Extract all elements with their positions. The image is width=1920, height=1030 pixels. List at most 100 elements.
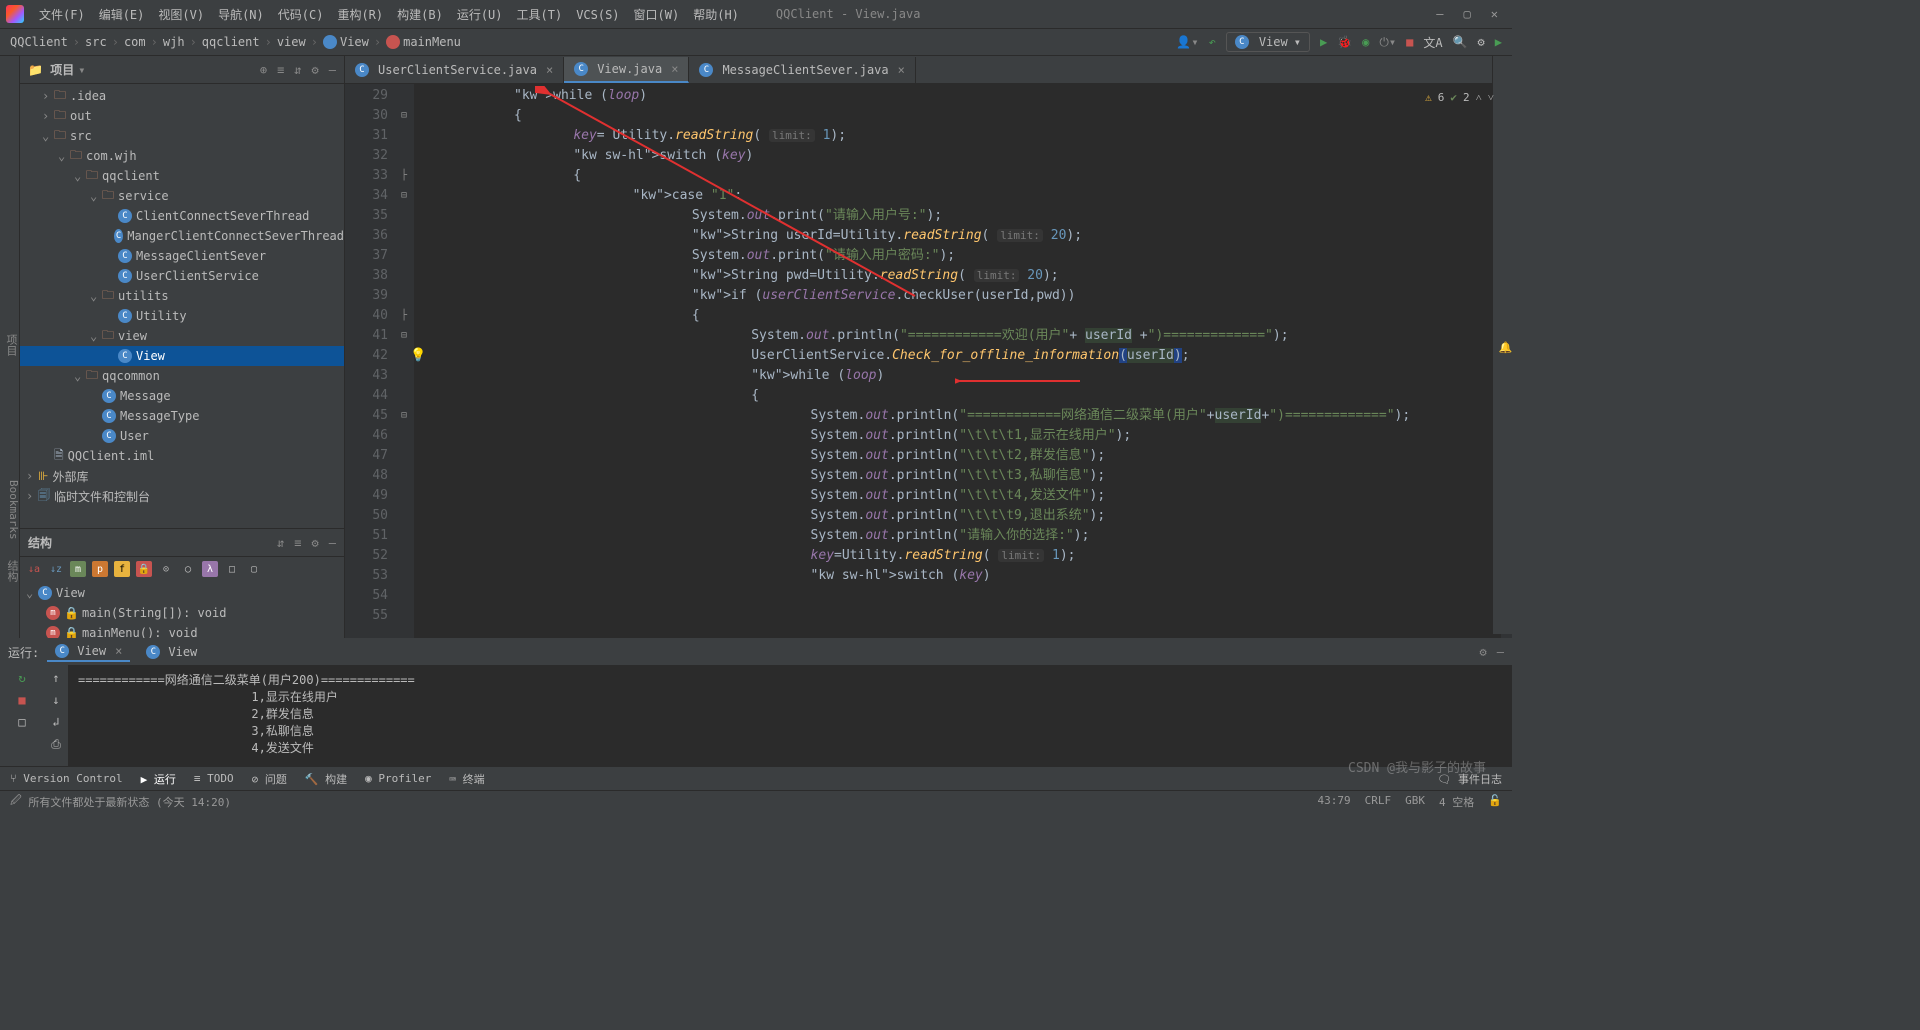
vcs-tab[interactable]: ⑂ Version Control (10, 772, 123, 785)
menu-item[interactable]: 工具(T) (510, 8, 570, 22)
menu-item[interactable]: 文件(F) (32, 8, 92, 22)
wrap-icon[interactable]: ↲ (52, 715, 59, 729)
tree-row[interactable]: ⌄🗀service (20, 186, 344, 206)
terminal-tab[interactable]: ⌨ 终端 (449, 771, 484, 787)
project-tree[interactable]: ›🗀.idea›🗀out⌄🗀src⌄🗀com.wjh⌄🗀qqclient⌄🗀se… (20, 84, 344, 528)
down-icon[interactable]: ↓ (52, 693, 59, 707)
breadcrumb-item[interactable]: mainMenu (386, 35, 461, 49)
tree-row[interactable]: CClientConnectSeverThread (20, 206, 344, 226)
filter-lock-icon[interactable]: 🔒 (136, 561, 152, 577)
vcs-status-icon[interactable]: 🖉 (10, 792, 22, 811)
tree-row[interactable]: CUser (20, 426, 344, 446)
autoscroll-icon[interactable]: ▢ (246, 561, 262, 577)
tree-row[interactable]: ›🗀out (20, 106, 344, 126)
editor-tab[interactable]: CView.java× (564, 57, 689, 83)
undo-icon[interactable]: ↶ (1209, 35, 1216, 49)
filter-f-icon[interactable]: p (92, 561, 108, 577)
lock-icon[interactable]: 🔓 (1488, 794, 1502, 810)
scroll-icon[interactable]: □ (224, 561, 240, 577)
tree-row[interactable]: ⌄🗀qqclient (20, 166, 344, 186)
select-opened-icon[interactable]: ⊕ (260, 63, 267, 77)
breadcrumb-item[interactable]: com (124, 35, 146, 49)
rerun-icon[interactable]: ↻ (18, 671, 25, 685)
problems-tab[interactable]: ⊘ 问题 (252, 771, 287, 787)
structure-item[interactable]: m 🔒main(String[]): void (20, 603, 344, 623)
breadcrumb-item[interactable]: view (277, 35, 306, 49)
tree-row[interactable]: ⌄🗀com.wjh (20, 146, 344, 166)
collapse-icon[interactable]: ≡ (294, 536, 301, 550)
menu-item[interactable]: 视图(V) (151, 8, 211, 22)
hide-icon[interactable]: — (329, 536, 336, 550)
tree-row[interactable]: CMessageClientSever (20, 246, 344, 266)
tree-row[interactable]: CUtility (20, 306, 344, 326)
menu-item[interactable]: VCS(S) (569, 8, 626, 22)
run-tab[interactable]: CView (138, 643, 205, 661)
menu-item[interactable]: 窗口(W) (627, 8, 687, 22)
structure-root[interactable]: ⌄CView (20, 583, 344, 603)
breadcrumb-item[interactable]: src (85, 35, 107, 49)
editor-tab[interactable]: CMessageClientSever.java× (689, 57, 915, 83)
menu-item[interactable]: 帮助(H) (686, 8, 746, 22)
expand-all-icon[interactable]: ≡ (277, 63, 284, 77)
encoding[interactable]: GBK (1405, 794, 1425, 810)
breadcrumb-item[interactable]: wjh (163, 35, 185, 49)
hide-icon[interactable]: — (1497, 645, 1504, 659)
inspection-widget[interactable]: ⚠6 ✔2 ˄ ˅ (1425, 88, 1494, 108)
profile-button[interactable]: ⏻▾ (1379, 35, 1396, 50)
close-button[interactable]: ✕ (1491, 7, 1498, 21)
run-tab-bottom[interactable]: ▶ 运行 (141, 771, 176, 787)
menu-item[interactable]: 代码(C) (271, 8, 331, 22)
tree-row[interactable]: ›⊪外部库 (20, 466, 344, 486)
breadcrumb-item[interactable]: QQClient (10, 35, 68, 49)
anon-icon[interactable]: λ (202, 561, 218, 577)
run-config-selector[interactable]: C View ▾ (1226, 32, 1310, 52)
stop-button[interactable]: ■ (1406, 35, 1413, 49)
sort2-icon[interactable]: ↓z (48, 561, 64, 577)
breadcrumb-item[interactable]: View (323, 35, 369, 49)
stop-icon[interactable]: ■ (18, 693, 25, 707)
left-tool-bookmarks[interactable]: Bookmarks (0, 480, 20, 540)
collapse-all-icon[interactable]: ⇵ (294, 63, 301, 77)
tree-row[interactable]: 🗎QQClient.iml (20, 446, 344, 466)
indent[interactable]: 4 空格 (1439, 794, 1474, 810)
tree-row[interactable]: ›🗐临时文件和控制台 (20, 486, 344, 506)
sort-icon[interactable]: ↓a (26, 561, 42, 577)
menu-item[interactable]: 运行(U) (450, 8, 510, 22)
run-tab[interactable]: CView× (47, 642, 130, 662)
console-output[interactable]: ============网络通信二级菜单(用户200)=============… (68, 665, 1512, 766)
tree-row[interactable]: CUserClientService (20, 266, 344, 286)
run-button[interactable]: ▶ (1320, 35, 1327, 49)
search-icon[interactable]: 🔍 (1453, 35, 1468, 49)
expand-icon[interactable]: ⇵ (277, 536, 284, 550)
code-text[interactable]: "kw">while (loop){ key= Utility.readStri… (414, 84, 1500, 638)
hide-panel-icon[interactable]: — (329, 63, 336, 77)
notifications-icon[interactable]: 🔔 (1499, 62, 1512, 634)
maximize-button[interactable]: ▢ (1464, 7, 1471, 21)
caret-position[interactable]: 43:79 (1318, 794, 1351, 810)
gear-icon[interactable]: ⚙ (312, 536, 319, 550)
profiler-tab[interactable]: ◉ Profiler (365, 772, 431, 785)
minimize-button[interactable]: — (1436, 7, 1443, 21)
menu-item[interactable]: 编辑(E) (92, 8, 152, 22)
menu-item[interactable]: 导航(N) (211, 8, 271, 22)
up-icon[interactable]: ↑ (52, 671, 59, 685)
tree-row[interactable]: CMessage (20, 386, 344, 406)
left-tool-structure[interactable]: 结构 (0, 560, 20, 582)
code-area[interactable]: 2930313233343536373839404142434445464748… (345, 84, 1512, 638)
gear-icon[interactable]: ⚙ (312, 63, 319, 77)
todo-tab[interactable]: ≡ TODO (194, 772, 234, 785)
filter-field-icon[interactable]: f (114, 561, 130, 577)
tree-row[interactable]: CMangerClientConnectSeverThread (20, 226, 344, 246)
down-icon[interactable]: ˅ (1488, 88, 1494, 108)
editor-tab[interactable]: CUserClientService.java× (345, 57, 564, 83)
tree-row[interactable]: CMessageType (20, 406, 344, 426)
tree-icon[interactable]: ◯ (180, 561, 196, 577)
layout-icon[interactable]: □ (18, 715, 25, 729)
structure-item[interactable]: m 🔒mainMenu(): void (20, 623, 344, 638)
tree-row[interactable]: ⌄🗀utilits (20, 286, 344, 306)
menu-item[interactable]: 重构(R) (330, 8, 390, 22)
translate-icon[interactable]: 文A (1423, 34, 1442, 51)
user-icon[interactable]: 👤▾ (1176, 35, 1198, 49)
line-separator[interactable]: CRLF (1365, 794, 1392, 810)
print-icon[interactable]: ⎙ (51, 737, 61, 752)
